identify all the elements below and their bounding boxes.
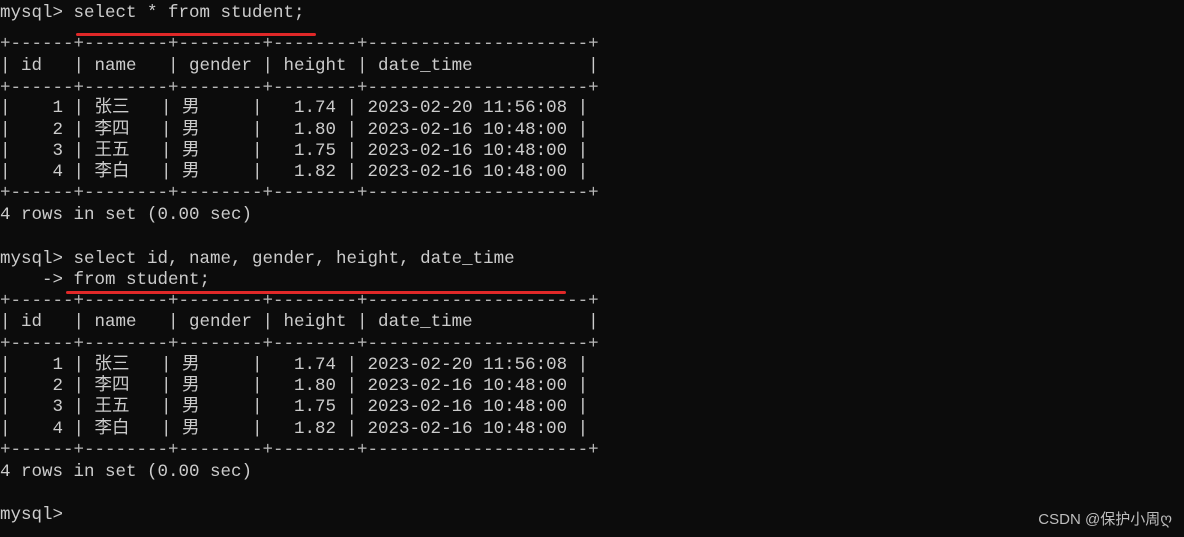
table-row: | 2 | 李四 | 男 | 1.80 | 2023-02-16 10:48:0… — [0, 120, 589, 140]
table-border: +------+--------+--------+--------+-----… — [0, 34, 599, 54]
table-row: | 4 | 李白 | 男 | 1.82 | 2023-02-16 10:48:0… — [0, 419, 589, 439]
annotation-underline-query-1 — [76, 33, 316, 36]
result-summary: 4 rows in set (0.00 sec) — [0, 462, 253, 482]
command-line: mysql> select * from student; — [0, 3, 305, 23]
command-line: mysql> select id, name, gender, height, … — [0, 249, 515, 269]
annotation-underline-query-2 — [66, 291, 566, 294]
table-border: +------+--------+--------+--------+-----… — [0, 440, 599, 460]
table-row: | 1 | 张三 | 男 | 1.74 | 2023-02-20 11:56:0… — [0, 355, 589, 375]
csdn-watermark: CSDN @保护小周ღ — [1038, 511, 1172, 528]
prompt-line: mysql> — [0, 505, 64, 525]
result-summary: 4 rows in set (0.00 sec) — [0, 205, 253, 225]
table-header-row: | id | name | gender | height | date_tim… — [0, 312, 599, 332]
table-border: +------+--------+--------+--------+-----… — [0, 183, 599, 203]
table-row: | 3 | 王五 | 男 | 1.75 | 2023-02-16 10:48:0… — [0, 397, 589, 417]
table-border: +------+--------+--------+--------+-----… — [0, 291, 599, 311]
table-row: | 2 | 李四 | 男 | 1.80 | 2023-02-16 10:48:0… — [0, 376, 589, 396]
table-border: +------+--------+--------+--------+-----… — [0, 78, 599, 98]
table-border: +------+--------+--------+--------+-----… — [0, 334, 599, 354]
table-row: | 1 | 张三 | 男 | 1.74 | 2023-02-20 11:56:0… — [0, 98, 589, 118]
table-header-row: | id | name | gender | height | date_tim… — [0, 56, 599, 76]
command-line: -> from student; — [0, 270, 211, 290]
table-row: | 3 | 王五 | 男 | 1.75 | 2023-02-16 10:48:0… — [0, 141, 589, 161]
table-row: | 4 | 李白 | 男 | 1.82 | 2023-02-16 10:48:0… — [0, 162, 589, 182]
